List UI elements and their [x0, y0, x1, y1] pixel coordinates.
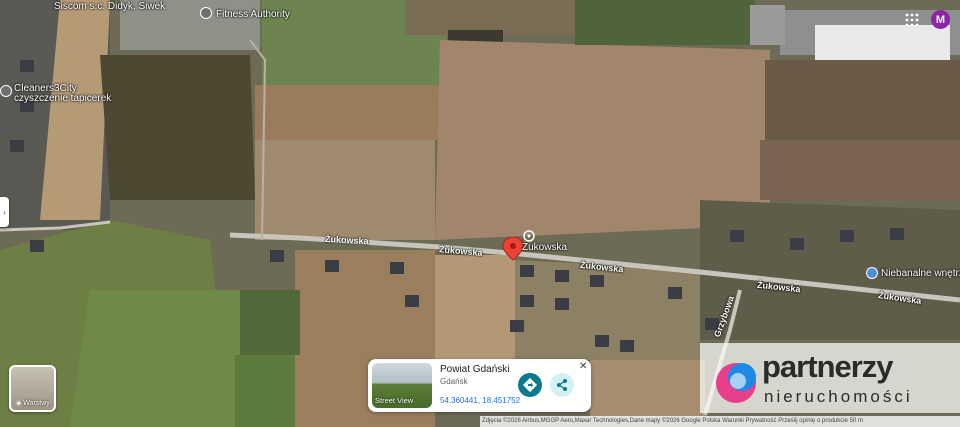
- place-title: Powiat Gdański: [440, 364, 510, 375]
- poi-label-cleaners-sub[interactable]: czyszczenie tapicerek: [14, 93, 111, 104]
- cleaners-poi-icon[interactable]: [0, 85, 12, 97]
- poi-label-siscom[interactable]: Siscom s.c. Didyk, Siwek: [54, 1, 165, 12]
- close-card-button[interactable]: ✕: [579, 361, 587, 372]
- agency-logo-icon: [716, 363, 756, 403]
- layers-button-label: Warstwy: [23, 400, 50, 407]
- account-avatar[interactable]: M: [931, 10, 950, 29]
- shop-poi-icon[interactable]: [866, 267, 878, 279]
- place-subtitle: Gdańsk: [440, 377, 468, 386]
- place-coordinates[interactable]: 54.360441, 18.451752: [440, 396, 520, 405]
- poi-label-zukowska[interactable]: Żukowska: [522, 242, 567, 253]
- street-view-thumbnail[interactable]: Street View: [372, 363, 432, 408]
- share-icon: [557, 379, 567, 391]
- side-panel-toggle[interactable]: ›: [0, 197, 9, 227]
- share-button[interactable]: [550, 373, 574, 397]
- directions-icon: [522, 377, 538, 393]
- layers-button[interactable]: ◈ Warstwy: [9, 365, 56, 412]
- map-attribution-bar[interactable]: Zdjęcia ©2026 Airbus,MGGP Aero,Maxar Tec…: [480, 416, 960, 427]
- fitness-poi-icon[interactable]: [200, 7, 212, 19]
- directions-button[interactable]: [518, 373, 542, 397]
- agency-watermark: partnerzy nieruchomości: [700, 343, 960, 413]
- place-info-card[interactable]: Street View Powiat Gdański Gdańsk 54.360…: [368, 359, 591, 412]
- watermark-line2: nieruchomości: [764, 387, 913, 406]
- poi-label-fitness[interactable]: Fitness Authority: [216, 9, 290, 20]
- watermark-line1: partnerzy: [762, 349, 894, 384]
- poi-label-niebanalne[interactable]: Niebanalne wnętrza: [881, 268, 960, 279]
- street-view-label: Street View: [375, 396, 414, 405]
- chevron-right-icon: ›: [3, 207, 6, 217]
- apps-grid-icon[interactable]: [904, 12, 920, 28]
